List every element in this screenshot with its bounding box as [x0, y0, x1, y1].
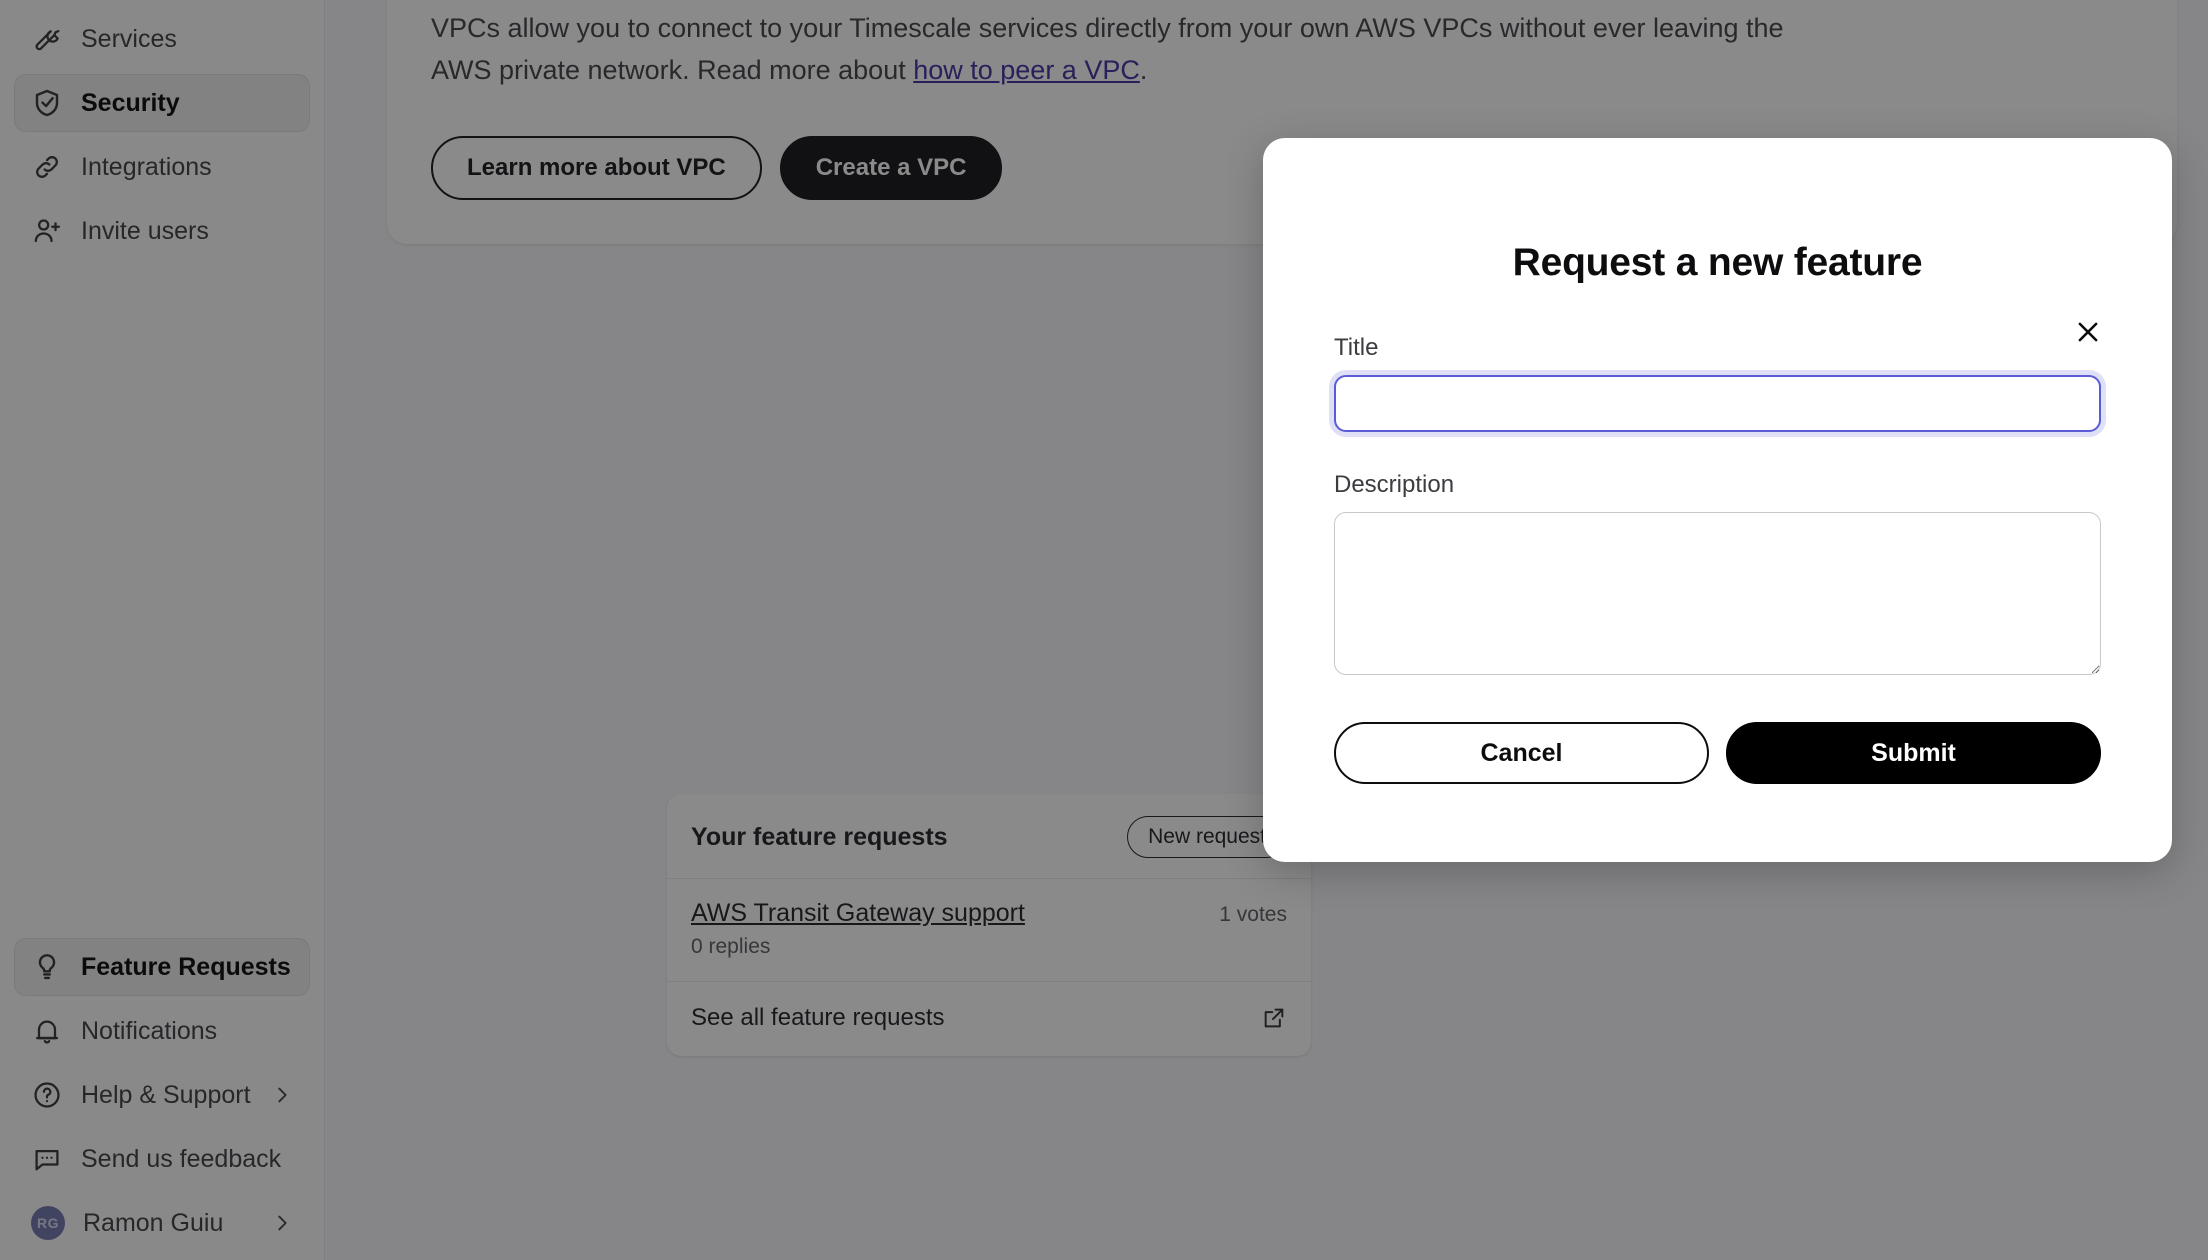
request-new-feature-modal: Request a new feature Title Description … — [1263, 138, 2172, 862]
title-input[interactable] — [1334, 375, 2101, 432]
page-title: Request a new feature — [1512, 241, 1923, 284]
title-field-group: Title — [1334, 334, 2101, 432]
cancel-button[interactable]: Cancel — [1334, 722, 1709, 784]
description-textarea[interactable] — [1334, 512, 2101, 675]
submit-button[interactable]: Submit — [1726, 722, 2101, 784]
description-field-group: Description — [1334, 471, 2101, 675]
modal-action-row: Cancel Submit — [1334, 722, 2101, 784]
title-field-label: Title — [1334, 334, 1379, 361]
close-icon[interactable] — [2066, 310, 2110, 354]
description-field-label: Description — [1334, 471, 1455, 498]
